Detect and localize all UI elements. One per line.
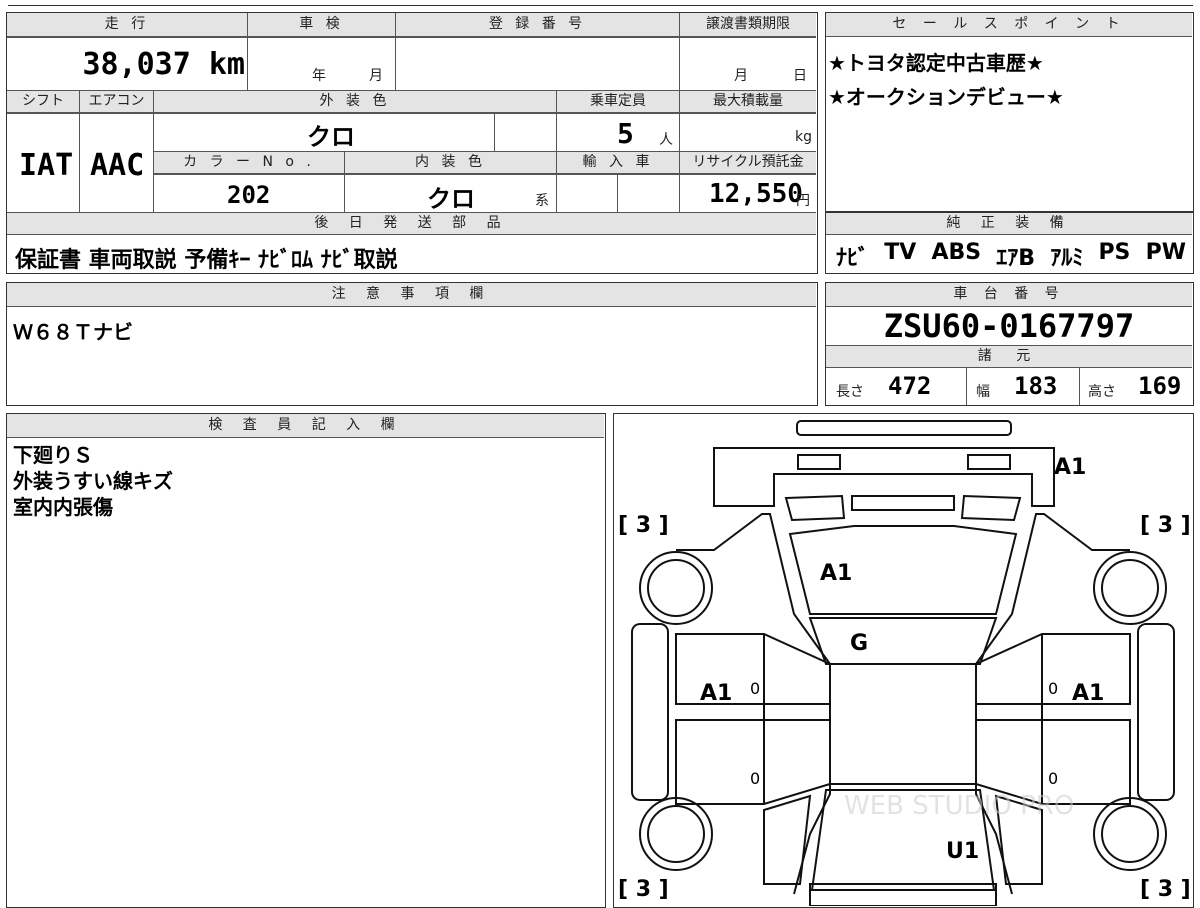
zero-mark-3: 0: [750, 769, 760, 788]
width-value: 183: [1014, 372, 1058, 400]
sales-point-1: ★トヨタ認定中古車歴★: [828, 51, 1044, 75]
mark-tire-fr: [ 3 ]: [1140, 513, 1191, 538]
inspection-year: 年: [312, 68, 326, 84]
max-load-header: 最大積載量: [680, 91, 816, 113]
car-condition-diagram: A1 A1 G A1 A1 U1 [ 3 ] [ 3 ] [ 3 ] [ 3 ]…: [613, 413, 1194, 908]
equip-abs: ABS: [931, 240, 982, 265]
mark-tire-fl: [ 3 ]: [618, 513, 669, 538]
interior-color-suffix: 系: [535, 193, 549, 209]
mark-windshield: G: [850, 631, 868, 656]
aircon-value: AAC: [90, 148, 145, 183]
max-load-unit: kg: [795, 129, 812, 145]
sales-points-header: セ ー ル ス ポ イ ン ト: [826, 13, 1192, 37]
transfer-month: 月: [734, 68, 748, 84]
chassis-header: 車 台 番 号: [826, 283, 1192, 307]
equip-pw: PW: [1145, 240, 1186, 265]
chassis-number: ZSU60-0167797: [883, 307, 1135, 345]
recycle-unit: 円: [796, 193, 810, 209]
import-header: 輸 入 車: [557, 152, 679, 174]
notes-panel: 注 意 事 項 欄 Ｗ６８Ｔナビ: [6, 282, 818, 406]
registration-header: 登 録 番 号: [396, 13, 679, 37]
sales-points-panel: セ ー ル ス ポ イ ン ト ★トヨタ認定中古車歴★ ★オークションデビュー★: [825, 12, 1194, 212]
chassis-panel: 車 台 番 号 ZSU60-0167797 諸 元 長さ 472 幅 183 高…: [825, 282, 1194, 406]
genuine-equipment-header: 純 正 装 備: [826, 213, 1192, 235]
exterior-color-header: 外 装 色: [154, 91, 556, 113]
zero-mark-2: 0: [1048, 679, 1058, 698]
exterior-color-value: クロ: [307, 123, 355, 151]
capacity-value: 5: [617, 117, 634, 150]
color-no-value: 202: [227, 181, 271, 209]
transfer-deadline-header: 譲渡書類期限: [680, 13, 816, 37]
equip-navi: ﾅﾋﾞ: [836, 246, 870, 271]
aircon-header: エアコン: [80, 91, 153, 113]
zero-mark-4: 0: [1048, 769, 1058, 788]
equip-airbag: ｴｱB: [996, 246, 1036, 271]
mark-tire-rr: [ 3 ]: [1140, 877, 1191, 902]
mileage-value: 38,037 km: [82, 47, 245, 82]
mark-right-door: A1: [1072, 681, 1104, 706]
notes-header: 注 意 事 項 欄: [7, 283, 816, 307]
mark-left-door: A1: [700, 681, 732, 706]
dims-header: 諸 元: [826, 346, 1192, 368]
later-parts-items: 保証書 車両取説 予備ｷｰ ﾅﾋﾞﾛﾑ ﾅﾋﾞ取説: [15, 248, 398, 273]
inspection-month: 月: [369, 68, 383, 84]
transfer-day: 日: [793, 68, 807, 84]
watermark: WEB STUDIO PRO: [844, 791, 1074, 821]
zero-mark-1: 0: [750, 679, 760, 698]
shift-value: IAT: [19, 148, 74, 183]
genuine-equipment-list: ﾅﾋﾞ TV ABS ｴｱB ｱﾙﾐ PS PW: [836, 240, 1186, 272]
car-outline-svg: A1 A1 G A1 A1 U1 [ 3 ] [ 3 ] [ 3 ] [ 3 ]…: [618, 420, 1191, 906]
inspection-header: 車 検: [248, 13, 395, 37]
inspector-panel: 検 査 員 記 入 欄 下廻りＳ 外装うすい線キズ 室内内張傷: [6, 413, 606, 908]
length-value: 472: [888, 372, 932, 400]
height-label: 高さ: [1088, 384, 1116, 400]
mark-rear: U1: [946, 839, 979, 864]
equip-tv: TV: [884, 240, 917, 265]
mark-hood: A1: [820, 561, 852, 586]
inspector-line-3: 室内内張傷: [13, 495, 113, 519]
equip-alloy: ｱﾙﾐ: [1050, 246, 1084, 271]
vehicle-spec-panel: 走 行 車 検 登 録 番 号 譲渡書類期限 38,037 km 年 月 月 日…: [6, 12, 818, 274]
inspector-line-1: 下廻りＳ: [13, 443, 93, 467]
mileage-header: 走 行: [7, 13, 247, 37]
notes-text: Ｗ６８Ｔナビ: [13, 320, 133, 344]
mark-front-bumper: A1: [1054, 455, 1086, 480]
height-value: 169: [1138, 372, 1182, 400]
shift-header: シフト: [7, 91, 79, 113]
interior-color-header: 内 装 色: [345, 152, 556, 174]
width-label: 幅: [976, 384, 990, 400]
color-no-header: カ ラ ー N o .: [154, 152, 344, 174]
sales-point-2: ★オークションデビュー★: [828, 85, 1064, 109]
inspector-header: 検 査 員 記 入 欄: [7, 414, 604, 438]
capacity-unit: 人: [659, 132, 673, 148]
later-parts-header: 後 日 発 送 部 品: [7, 213, 816, 235]
length-label: 長さ: [836, 384, 864, 400]
mark-tire-rl: [ 3 ]: [618, 877, 669, 902]
capacity-header: 乗車定員: [557, 91, 679, 113]
top-strip: [8, 0, 1193, 6]
inspector-line-2: 外装うすい線キズ: [13, 469, 173, 493]
recycle-header: リサイクル預託金: [680, 152, 816, 174]
recycle-fee-value: 12,550: [709, 179, 803, 209]
equip-ps: PS: [1098, 240, 1131, 265]
genuine-equipment-panel: 純 正 装 備 ﾅﾋﾞ TV ABS ｴｱB ｱﾙﾐ PS PW: [825, 212, 1194, 274]
interior-color-value: クロ: [427, 185, 475, 213]
